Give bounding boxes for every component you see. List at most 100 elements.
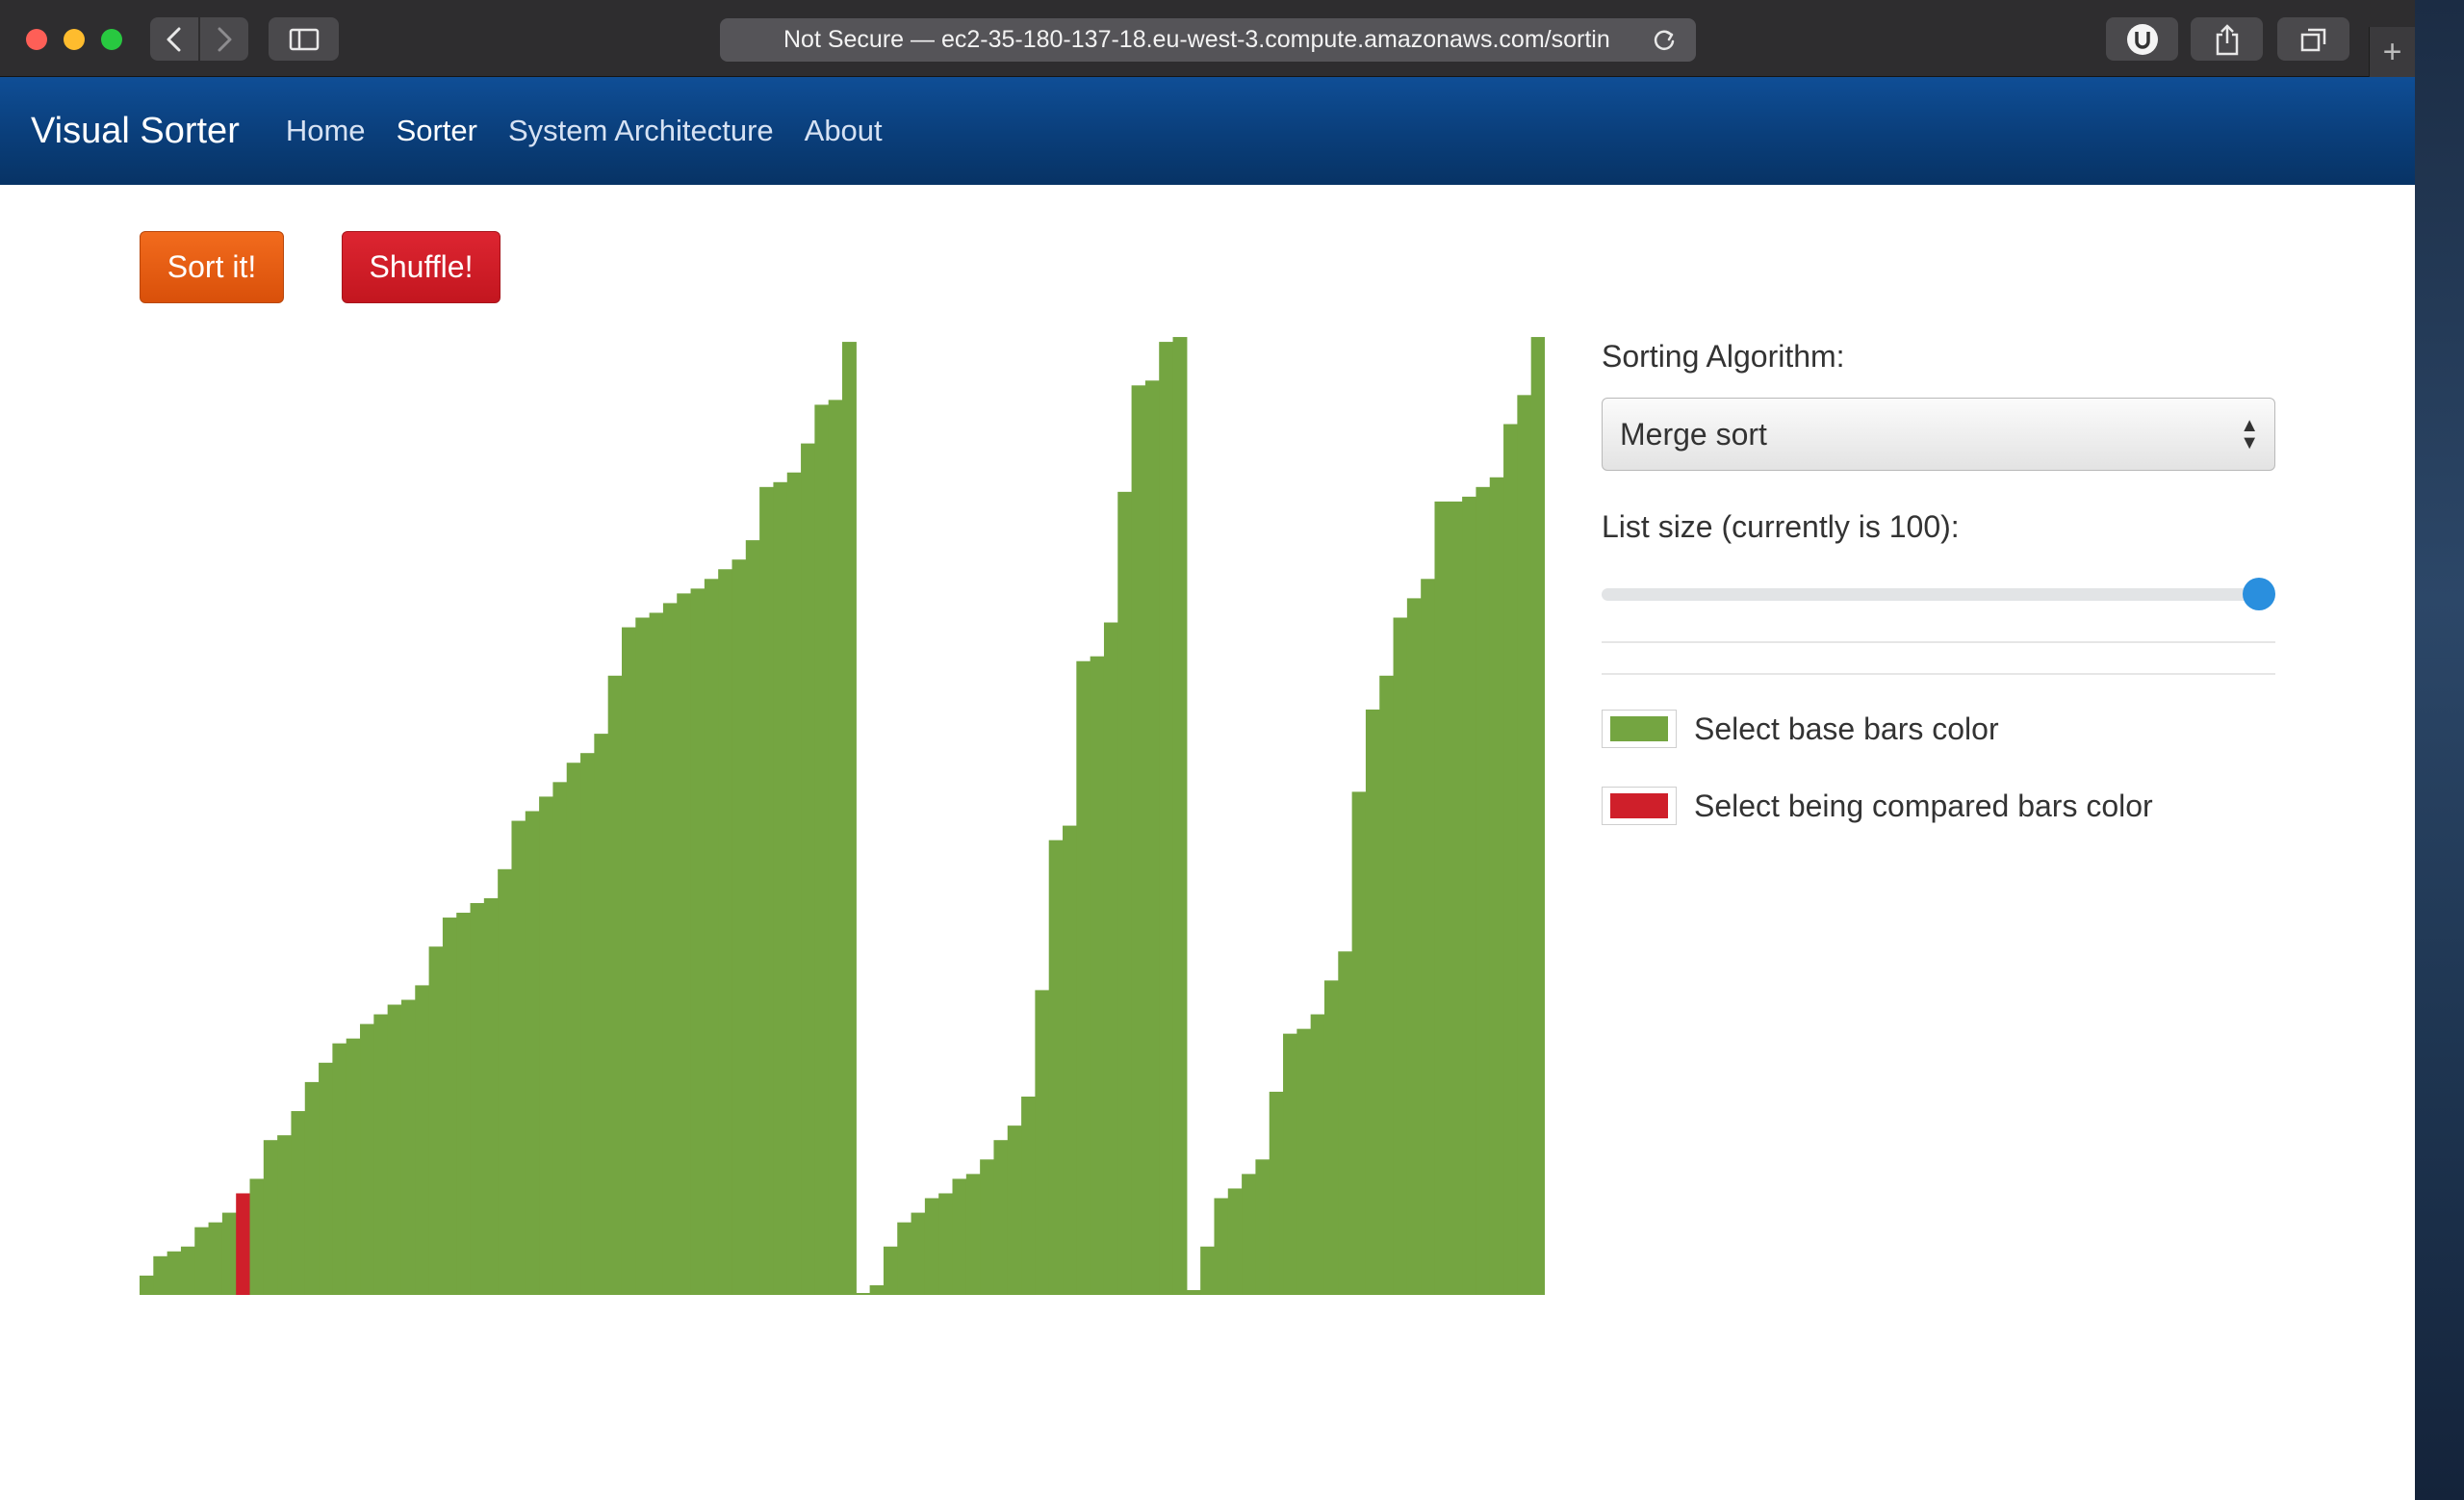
bar xyxy=(1476,486,1491,1295)
bar xyxy=(607,675,623,1295)
bar xyxy=(911,1212,926,1295)
address-text: Not Secure — ec2-35-180-137-18.eu-west-3… xyxy=(783,26,1610,53)
bar xyxy=(1489,477,1504,1295)
desktop-background xyxy=(2415,0,2464,1500)
reload-icon[interactable] xyxy=(1650,26,1679,55)
nav-link-home[interactable]: Home xyxy=(286,114,366,148)
bar xyxy=(525,811,540,1295)
compare-color-label: Select being compared bars color xyxy=(1694,788,2153,823)
bar xyxy=(883,1246,898,1295)
bar xyxy=(442,918,457,1295)
algorithm-select[interactable]: Merge sort ▲ ▼ xyxy=(1602,398,2275,471)
bar xyxy=(1144,380,1160,1295)
divider xyxy=(1602,641,2275,643)
new-tab-button[interactable]: + xyxy=(2369,27,2415,77)
bar xyxy=(208,1222,223,1295)
bar xyxy=(1242,1174,1257,1295)
bar xyxy=(470,902,485,1295)
bar xyxy=(718,569,733,1295)
sort-button[interactable]: Sort it! xyxy=(140,231,284,303)
bar xyxy=(938,1193,954,1295)
bar xyxy=(801,443,815,1295)
tabs-overview-button[interactable] xyxy=(2277,17,2349,61)
extension-icon xyxy=(2126,23,2158,55)
bar xyxy=(677,593,692,1295)
nav-link-sorter[interactable]: Sorter xyxy=(397,114,477,148)
share-button[interactable] xyxy=(2191,17,2263,61)
compare-color-row: Select being compared bars color xyxy=(1602,787,2275,825)
bar xyxy=(194,1227,210,1295)
bar xyxy=(1323,980,1339,1295)
address-bar[interactable]: Not Secure — ec2-35-180-137-18.eu-west-3… xyxy=(720,18,1696,62)
bar xyxy=(690,588,706,1295)
nav-link-system-architecture[interactable]: System Architecture xyxy=(508,114,774,148)
bar xyxy=(153,1255,168,1295)
bar xyxy=(332,1043,347,1295)
nav-link-about[interactable]: About xyxy=(805,114,883,148)
bar xyxy=(842,342,857,1295)
algorithm-label: Sorting Algorithm: xyxy=(1602,339,1845,374)
bar xyxy=(993,1140,1009,1295)
bar xyxy=(1200,1246,1216,1295)
select-arrows-icon: ▲ ▼ xyxy=(2240,415,2259,453)
bar xyxy=(1503,424,1518,1295)
bar xyxy=(704,579,719,1295)
compare-color-picker[interactable] xyxy=(1602,787,1677,825)
bar xyxy=(621,627,636,1295)
bar xyxy=(1048,840,1064,1295)
bar xyxy=(1076,660,1091,1295)
forward-button[interactable] xyxy=(200,17,248,61)
bar xyxy=(456,913,472,1295)
browser-toolbar: Not Secure — ec2-35-180-137-18.eu-west-3… xyxy=(0,0,2415,77)
bar xyxy=(428,946,444,1295)
brand-logo[interactable]: Visual Sorter xyxy=(31,111,240,152)
bar xyxy=(580,753,595,1295)
controls-panel: Sorting Algorithm: Merge sort ▲ ▼ List si… xyxy=(1602,337,2275,825)
bar xyxy=(786,472,802,1295)
slider-thumb[interactable] xyxy=(2243,578,2275,610)
bar xyxy=(814,404,830,1295)
bar xyxy=(387,1004,402,1295)
bars-canvas xyxy=(140,337,1545,1295)
bar xyxy=(1227,1188,1243,1295)
bar xyxy=(552,782,568,1295)
base-color-picker[interactable] xyxy=(1602,710,1677,748)
bar xyxy=(952,1178,967,1295)
zoom-window-button[interactable] xyxy=(101,29,122,50)
bar xyxy=(1035,990,1050,1295)
bar xyxy=(1393,617,1408,1295)
bar xyxy=(1186,1289,1201,1295)
slider-track[interactable] xyxy=(1602,588,2275,601)
tabs-icon xyxy=(2300,28,2325,51)
sidebar-button[interactable] xyxy=(269,17,339,61)
base-color-label: Select base bars color xyxy=(1694,711,1999,746)
bar xyxy=(180,1246,195,1295)
sidebar-icon xyxy=(289,28,319,50)
browser-window: Not Secure — ec2-35-180-137-18.eu-west-3… xyxy=(0,0,2415,1500)
bar xyxy=(221,1212,237,1295)
extension-button[interactable] xyxy=(2106,17,2178,61)
bar xyxy=(539,796,554,1295)
list-size-slider[interactable] xyxy=(1602,574,2275,612)
bar xyxy=(1448,501,1463,1295)
bar xyxy=(773,481,788,1295)
bar xyxy=(1406,598,1422,1295)
top-navbar: Visual Sorter Home Sorter System Archite… xyxy=(0,77,2415,185)
bar xyxy=(1351,791,1367,1295)
bar xyxy=(1296,1028,1312,1295)
bar xyxy=(400,999,416,1295)
bar xyxy=(1131,385,1146,1295)
share-icon xyxy=(2216,23,2238,55)
back-button[interactable] xyxy=(150,17,198,61)
bar xyxy=(291,1111,306,1295)
bar xyxy=(1063,825,1077,1295)
minimize-window-button[interactable] xyxy=(64,29,85,50)
forward-icon xyxy=(218,27,232,51)
bar xyxy=(346,1038,361,1295)
bar xyxy=(1283,1033,1297,1295)
close-window-button[interactable] xyxy=(26,29,47,50)
bar xyxy=(635,617,651,1295)
bar xyxy=(483,897,499,1295)
shuffle-button[interactable]: Shuffle! xyxy=(342,231,500,303)
bar xyxy=(373,1014,389,1295)
